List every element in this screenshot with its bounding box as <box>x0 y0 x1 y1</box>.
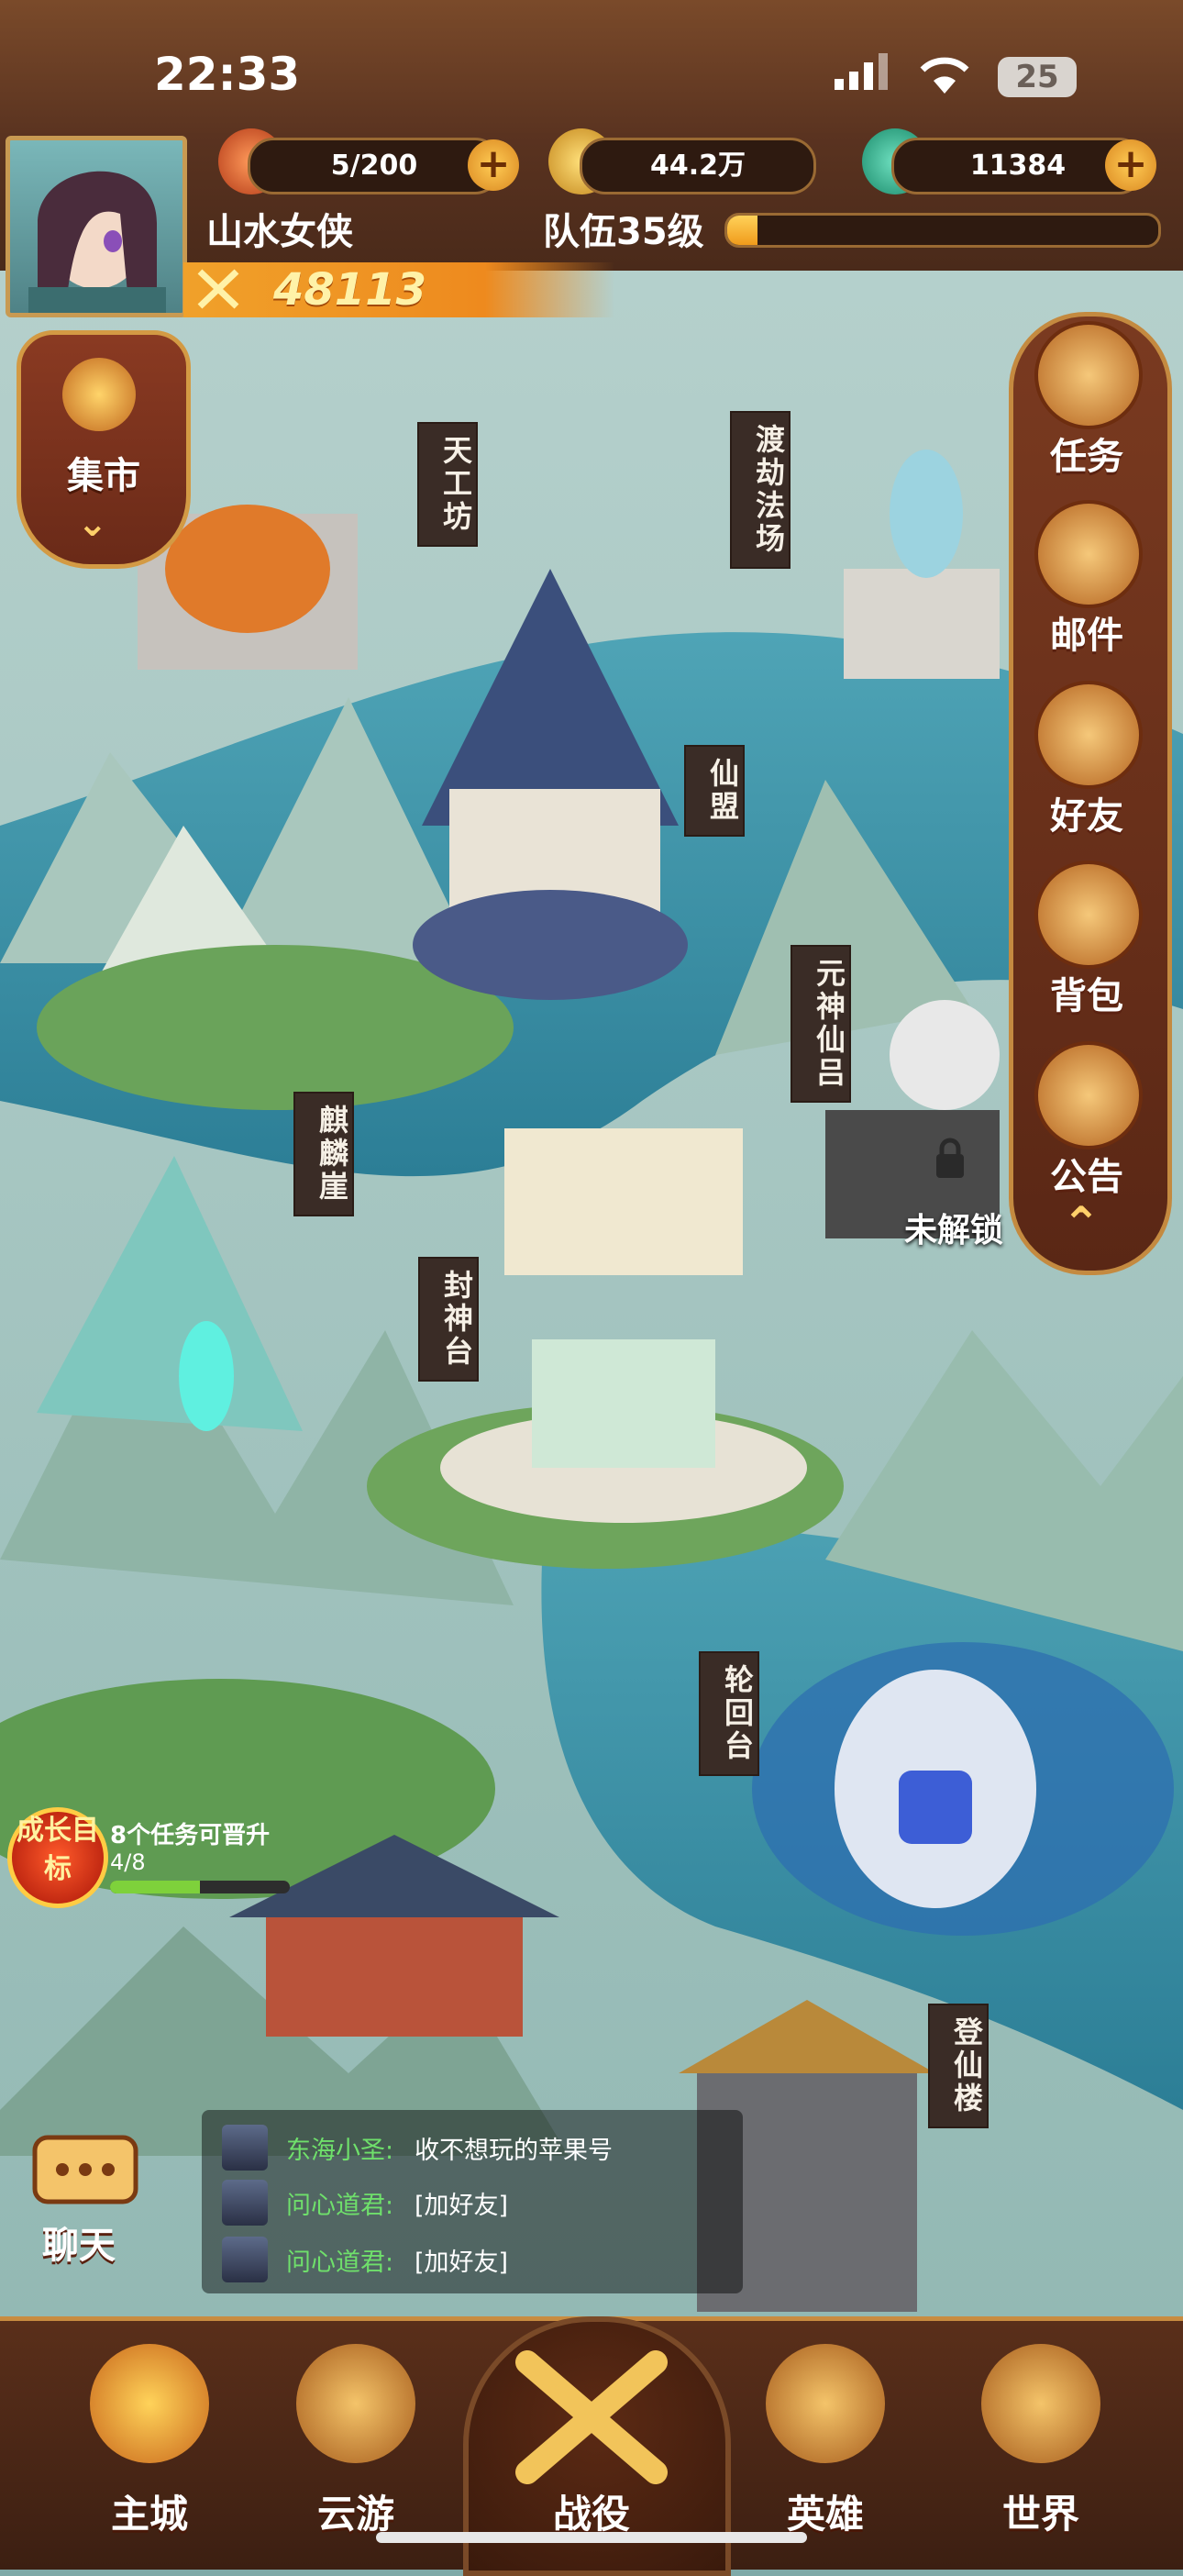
chat-avatar <box>222 2237 268 2282</box>
chat-message: 问心道君: [加好友] <box>202 2233 743 2286</box>
banner-yuanshenxianlv[interactable]: 元神仙吕 <box>791 945 851 1103</box>
nav-label: 战役 <box>552 2492 630 2537</box>
team-level-progress-bar <box>724 213 1161 248</box>
gold-value: 44.2万 <box>580 138 816 194</box>
goal-text: 8个任务可晋升 <box>110 1822 271 1849</box>
menu-item-mail[interactable]: 邮件 <box>1018 500 1155 674</box>
banner-dengxianlou[interactable]: 登仙楼 <box>928 2004 989 2128</box>
chat-sender: 东海小圣: <box>286 2137 394 2165</box>
bag-icon <box>1034 861 1143 969</box>
banner-dujiefachang[interactable]: 渡劫法场 <box>730 411 791 569</box>
nav-heroes[interactable]: 英雄 <box>729 2335 912 2546</box>
home-indicator <box>376 2532 807 2543</box>
menu-item-label: 好友 <box>1050 795 1123 838</box>
nav-world[interactable]: 世界 <box>945 2335 1128 2546</box>
menu-item-friends[interactable]: 好友 <box>1018 681 1155 855</box>
player-avatar[interactable] <box>6 136 187 317</box>
nav-label: 云游 <box>316 2492 394 2537</box>
menu-item-notice[interactable]: 公告 <box>1018 1041 1155 1216</box>
signal-icon <box>835 53 888 90</box>
stamina-value: 5/200 <box>248 138 501 194</box>
goal-progress-fill <box>110 1881 200 1893</box>
nav-label: 英雄 <box>786 2492 864 2537</box>
chat-label: 聊天 <box>42 2225 116 2267</box>
chat-message: 问心道君: [加好友] <box>202 2176 743 2229</box>
building-lunhuitai[interactable] <box>835 1670 1036 1908</box>
envelope-icon <box>1034 500 1143 608</box>
chat-text: [加好友] <box>415 2248 509 2277</box>
player-name: 山水女侠 <box>206 211 353 253</box>
crossed-swords-icon <box>515 2350 668 2484</box>
notice-icon <box>1034 1041 1143 1149</box>
mountain-icon <box>981 2344 1100 2463</box>
wifi-icon <box>920 57 969 94</box>
chat-avatar <box>222 2125 268 2171</box>
battery-indicator: 25 <box>998 57 1077 97</box>
team-level-progress-fill <box>727 216 757 245</box>
chat-message: 东海小圣: 收不想玩的苹果号 <box>202 2121 743 2174</box>
add-jade-button[interactable]: + <box>1105 139 1156 191</box>
chat-avatar <box>222 2180 268 2226</box>
nav-label: 主城 <box>110 2492 188 2537</box>
coin-icon <box>62 358 136 431</box>
status-time: 22:33 <box>154 48 301 101</box>
nav-main-city[interactable]: 主城 <box>53 2335 237 2546</box>
nav-label: 世界 <box>1001 2492 1079 2537</box>
combat-power-value: 48113 <box>273 264 426 316</box>
goal-count: 4/8 <box>110 1849 146 1875</box>
yin-yang-icon <box>296 2344 415 2463</box>
banner-qilinya[interactable]: 麒麟崖 <box>293 1092 354 1216</box>
menu-item-label: 公告 <box>1050 1156 1123 1198</box>
menu-item-label: 背包 <box>1050 975 1123 1017</box>
nav-travel[interactable]: 云游 <box>260 2335 443 2546</box>
chevron-down-icon[interactable]: ⌄ <box>77 503 108 545</box>
palace-icon <box>90 2344 209 2463</box>
add-stamina-button[interactable]: + <box>468 139 519 191</box>
growth-goal-badge[interactable]: 成长目标 <box>7 1807 108 1908</box>
helmet-icon <box>766 2344 885 2463</box>
scroll-icon <box>1034 321 1143 429</box>
crossed-swords-icon <box>197 269 239 309</box>
menu-item-label: 邮件 <box>1050 615 1123 657</box>
menu-item-tasks[interactable]: 任务 <box>1018 321 1155 495</box>
chat-text: [加好友] <box>415 2192 509 2220</box>
team-level: 队伍35级 <box>543 211 704 253</box>
speech-bubble-icon <box>32 2135 138 2204</box>
avatar-portrait-icon <box>28 171 166 313</box>
lock-icon <box>936 1138 964 1178</box>
chat-sender: 问心道君: <box>286 2248 394 2277</box>
chat-preview-panel[interactable]: 东海小圣: 收不想玩的苹果号 问心道君: [加好友] 问心道君: [加好友] <box>202 2110 743 2293</box>
chevron-up-icon[interactable]: ⌃ <box>1062 1197 1100 1250</box>
menu-item-backpack[interactable]: 背包 <box>1018 861 1155 1035</box>
handshake-icon <box>1034 681 1143 789</box>
banner-lunhuitai[interactable]: 轮回台 <box>699 1651 759 1776</box>
banner-fengshentai[interactable]: 封神台 <box>418 1257 479 1382</box>
chat-sender: 问心道君: <box>286 2192 394 2220</box>
banner-tiangongfang[interactable]: 天工坊 <box>417 422 478 547</box>
market-label: 集市 <box>67 455 140 497</box>
chat-text: 收不想玩的苹果号 <box>415 2137 613 2165</box>
menu-item-label: 任务 <box>1050 436 1123 478</box>
goal-progress-bar <box>110 1881 290 1893</box>
locked-label: 未解锁 <box>904 1212 1004 1249</box>
banner-xianmeng[interactable]: 仙盟 <box>684 745 745 837</box>
